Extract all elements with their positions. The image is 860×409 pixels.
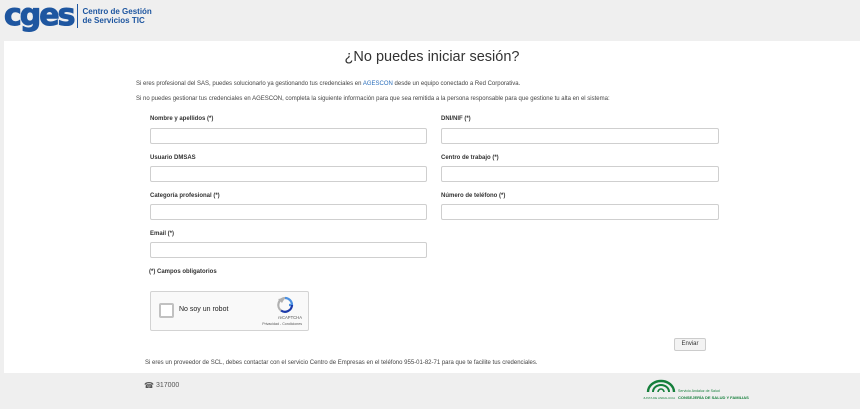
recaptcha-label: No soy un robot (179, 306, 229, 313)
email-label: Email (*) (150, 231, 175, 237)
footer-phone-number: 317000 (155, 382, 180, 389)
usuario-input[interactable] (150, 166, 427, 182)
recaptcha-checkbox[interactable] (159, 303, 174, 318)
dni-input[interactable] (441, 128, 719, 144)
email-input[interactable] (150, 242, 427, 258)
junta-line-1: Servicio Andaluz de Salud (678, 389, 720, 393)
logo-caption-line1: Centro de Gestión (82, 7, 152, 16)
junta-caption: JUNTA DE ANDALUCIA (643, 396, 676, 400)
recaptcha-icon (277, 296, 294, 313)
intro-text-1-after: desde un equipo conectado a Red Corporat… (394, 81, 521, 87)
categoria-label: Categoría profesional (*) (150, 193, 220, 199)
centro-input[interactable] (441, 166, 719, 182)
recaptcha-links[interactable]: Privacidad - Condiciones (262, 322, 302, 326)
footer-phone: ☎ 317000 (144, 381, 179, 390)
recaptcha-brand: reCAPTCHA (278, 315, 302, 320)
cges-logo[interactable]: cges Centro de Gestión de Servicios TIC (3, 0, 151, 33)
agescon-link[interactable]: AGESCON (363, 81, 393, 87)
page-title: ¿No puedes iniciar sesión? (344, 49, 520, 65)
categoria-input[interactable] (150, 204, 427, 220)
dni-label: DNI/NIF (*) (441, 116, 471, 122)
telefono-label: Número de teléfono (*) (441, 193, 506, 199)
junta-andalucia-logo[interactable]: JUNTA DE ANDALUCIA Servicio Andaluz de S… (642, 377, 752, 405)
required-note: (*) Campos obligatorios (149, 269, 217, 275)
centro-label: Centro de trabajo (*) (441, 155, 499, 161)
main-panel: ¿No puedes iniciar sesión? Si eres profe… (4, 41, 860, 373)
logo-divider (77, 4, 79, 28)
intro-text-1: Si eres profesional del SAS, puedes solu… (136, 81, 520, 87)
header: cges Centro de Gestión de Servicios TIC (0, 0, 860, 40)
junta-arc-icon (646, 379, 676, 393)
nombre-input[interactable] (150, 128, 427, 144)
intro-text-1-before: Si eres profesional del SAS, puedes solu… (136, 81, 362, 87)
provider-note: Si eres un proveedor de SCL, debes conta… (145, 360, 538, 366)
usuario-label: Usuario DMSAS (150, 155, 196, 161)
telefono-input[interactable] (441, 204, 719, 220)
recaptcha-widget: No soy un robot reCAPTCHA Privacidad - C… (150, 291, 309, 331)
intro-text-2: Si no puedes gestionar tus credenciales … (136, 96, 610, 102)
junta-line-2: CONSEJERÍA DE SALUD Y FAMILIAS (678, 395, 749, 400)
logo-caption: Centro de Gestión de Servicios TIC (82, 7, 151, 25)
footer: ☎ 317000 JUNTA DE ANDALUCIA Servicio And… (0, 373, 860, 409)
nombre-label: Nombre y apellidos (*) (150, 116, 214, 122)
phone-icon: ☎ (144, 381, 154, 390)
submit-button[interactable]: Enviar (674, 338, 706, 351)
logo-caption-line2: de Servicios TIC (82, 16, 145, 25)
logo-mark: cges (3, 0, 75, 33)
